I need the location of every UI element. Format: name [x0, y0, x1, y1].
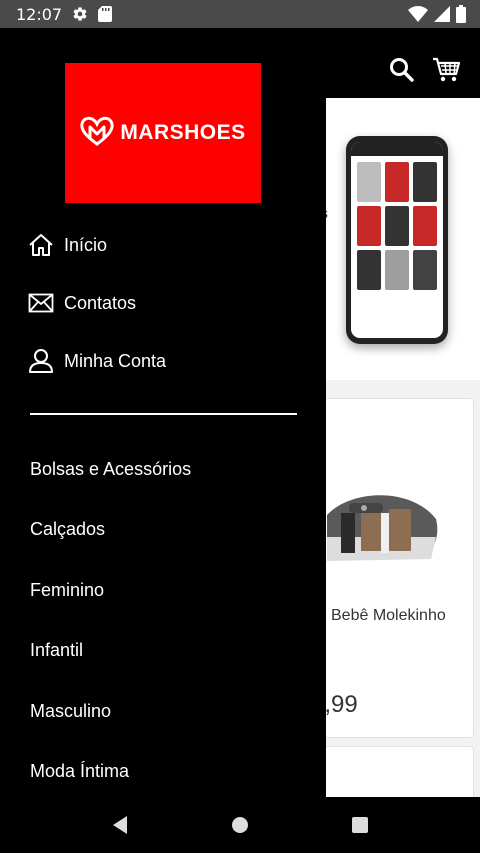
back-icon[interactable]	[100, 805, 140, 845]
status-bar: 12:07	[0, 0, 480, 28]
menu-item-label: Contatos	[64, 292, 137, 313]
signal-icon	[434, 6, 450, 22]
wifi-icon	[408, 6, 428, 22]
system-nav-bar	[0, 797, 480, 853]
category-item-infantil[interactable]: Infantil	[0, 621, 326, 682]
drawer-divider	[30, 413, 297, 415]
sd-card-icon	[98, 6, 113, 22]
menu-item-minha-conta[interactable]: Minha Conta	[0, 332, 326, 390]
brand-logo[interactable]: MARSHOES	[65, 63, 261, 203]
brand-logo-text: MARSHOES	[120, 121, 246, 144]
category-item-bolsas-e-acessorios[interactable]: Bolsas e Acessórios	[0, 439, 326, 500]
category-item-moda-intima[interactable]: Moda Íntima	[0, 742, 326, 798]
user-icon	[28, 348, 54, 374]
category-item-feminino[interactable]: Feminino	[0, 560, 326, 621]
cart-icon[interactable]	[432, 56, 462, 84]
category-item-calcados[interactable]: Calçados	[0, 500, 326, 561]
heart-logo-icon	[80, 116, 114, 151]
recents-icon[interactable]	[340, 805, 380, 845]
home-icon	[28, 232, 54, 258]
category-item-masculino[interactable]: Masculino	[0, 681, 326, 742]
product-name: Bebê Molekinho	[331, 607, 446, 624]
gear-icon	[72, 6, 88, 22]
menu-item-label: Início	[64, 234, 108, 255]
home-circle-icon[interactable]	[220, 805, 260, 845]
search-icon[interactable]	[388, 56, 416, 84]
category-list: Bolsas e Acessórios Calçados Feminino In…	[0, 439, 326, 797]
menu-item-label: Minha Conta	[64, 350, 167, 371]
menu-item-inicio[interactable]: Início	[0, 216, 326, 274]
navigation-drawer: MARSHOES Início Contatos Minha Conta Bol…	[0, 28, 326, 797]
battery-icon	[456, 5, 466, 23]
phone-mockup-image	[346, 136, 448, 344]
drawer-menu: Início Contatos Minha Conta	[0, 216, 326, 390]
status-time: 12:07	[16, 4, 63, 24]
mail-icon	[28, 290, 54, 316]
menu-item-contatos[interactable]: Contatos	[0, 274, 326, 332]
